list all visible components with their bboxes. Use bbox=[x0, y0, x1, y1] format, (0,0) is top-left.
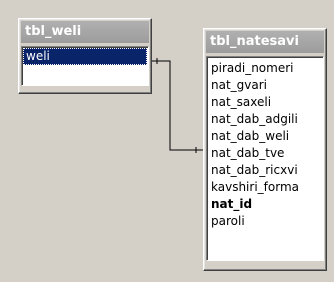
field-nat-dab-weli[interactable]: nat_dab_weli bbox=[208, 128, 322, 145]
table-window-tbl-weli[interactable]: tbl_weli weli bbox=[18, 18, 152, 94]
field-weli[interactable]: weli bbox=[23, 48, 147, 65]
field-paroli[interactable]: paroli bbox=[208, 213, 322, 230]
field-nat-id[interactable]: nat_id bbox=[208, 196, 322, 213]
field-nat-saxeli[interactable]: nat_saxeli bbox=[208, 94, 322, 111]
table-window-tbl-natesavi[interactable]: tbl_natesavi piradi_nomeri nat_gvari nat… bbox=[203, 28, 327, 271]
relationships-canvas: tbl_weli weli tbl_natesavi piradi_nomeri… bbox=[0, 0, 334, 282]
field-nat-gvari[interactable]: nat_gvari bbox=[208, 77, 322, 94]
field-piradi-nomeri[interactable]: piradi_nomeri bbox=[208, 60, 322, 77]
table-title-tbl-natesavi[interactable]: tbl_natesavi bbox=[206, 31, 324, 53]
field-nat-dab-tve[interactable]: nat_dab_tve bbox=[208, 145, 322, 162]
field-list-tbl-natesavi[interactable]: piradi_nomeri nat_gvari nat_saxeli nat_d… bbox=[206, 56, 324, 261]
field-nat-dab-ricxvi[interactable]: nat_dab_ricxvi bbox=[208, 162, 322, 179]
field-kavshiri-forma[interactable]: kavshiri_forma bbox=[208, 179, 322, 196]
field-nat-dab-adgili[interactable]: nat_dab_adgili bbox=[208, 111, 322, 128]
table-title-tbl-weli[interactable]: tbl_weli bbox=[21, 21, 149, 43]
field-list-tbl-weli[interactable]: weli bbox=[21, 46, 149, 86]
